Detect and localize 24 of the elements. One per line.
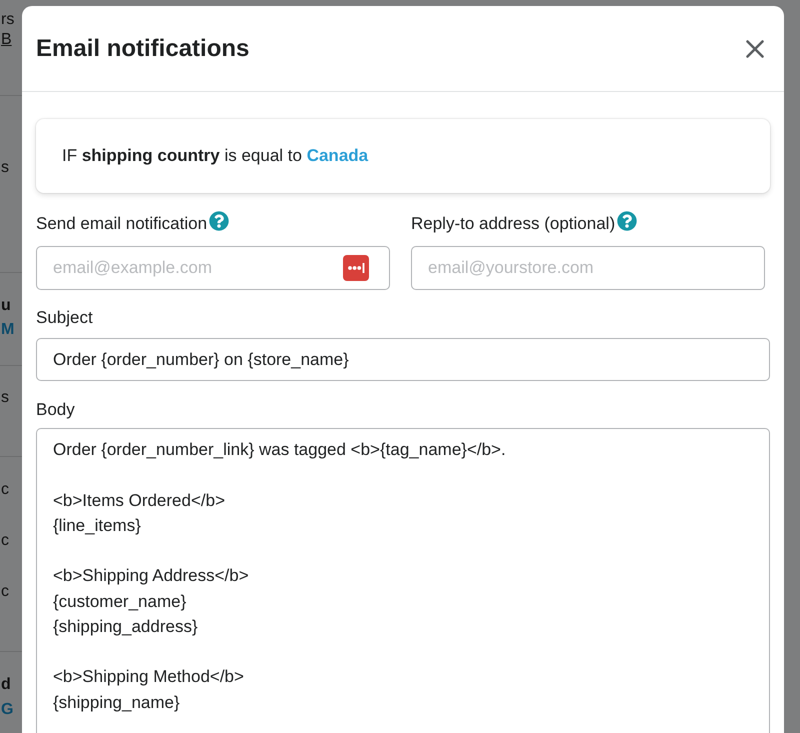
- page-text-fragment: s: [0, 388, 10, 408]
- help-icon[interactable]: [617, 211, 638, 231]
- field-label: Body: [36, 399, 75, 421]
- field-label: Reply-to address (optional): [411, 213, 616, 235]
- email-field[interactable]: email@yourstore.com: [411, 246, 765, 290]
- body-field[interactable]: Order {order_number_link} was tagged <b>{tag_name}</b>. <b>Items Ordered</b> {line_items} <b>Shipping Address</b> {customer_name} {shipping_address} <b>Shipping Method</b> {shipping_name}: [36, 428, 770, 733]
- page-text-fragment: c: [0, 480, 10, 500]
- subject-field[interactable]: Order {order_number} on {store_name}: [36, 338, 770, 381]
- page-text-fragment: s: [0, 158, 10, 178]
- field-label: Subject: [36, 307, 93, 329]
- page-text-fragment: G: [0, 700, 14, 720]
- page-text-fragment: u: [0, 296, 12, 316]
- page-text-fragment: M: [0, 320, 16, 340]
- dots-cursor-icon[interactable]: [343, 255, 369, 281]
- email-field[interactable]: email@example.com: [36, 246, 390, 290]
- field-label: Send email notification: [36, 213, 208, 235]
- page-text-fragment: B: [0, 30, 13, 50]
- page-text-fragment: c: [0, 531, 10, 551]
- page-text-fragment: c: [0, 582, 10, 602]
- page-text-fragment: rs: [0, 10, 16, 30]
- dialog-title: Email notifications: [36, 34, 250, 64]
- condition-text: IF shipping country is equal to Canada: [62, 145, 368, 167]
- page-text-fragment: d: [0, 675, 12, 695]
- help-icon[interactable]: [209, 211, 230, 231]
